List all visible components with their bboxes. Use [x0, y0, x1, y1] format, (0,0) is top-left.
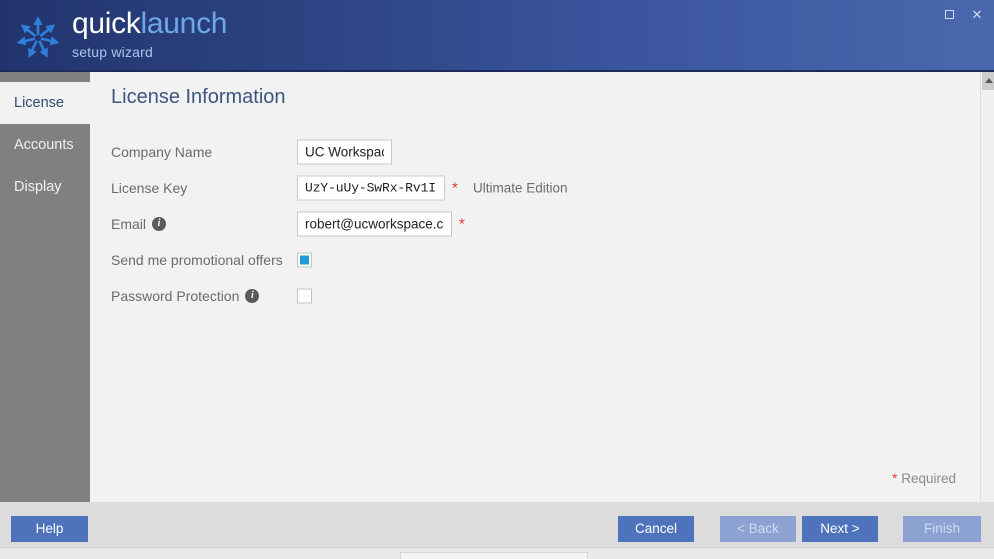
license-key-label: License Key [111, 180, 187, 196]
label-text: Password Protection [111, 288, 240, 304]
background-window-tab [400, 552, 588, 559]
scroll-up-arrow-icon[interactable] [985, 78, 993, 83]
license-key-input[interactable] [297, 175, 445, 201]
next-button[interactable]: Next > [802, 516, 878, 542]
sidebar-item-display[interactable]: Display [0, 166, 90, 208]
email-required-marker: * [459, 215, 465, 233]
password-protection-label: Password Protection i [111, 288, 260, 304]
sidebar-item-label: Accounts [14, 137, 74, 153]
info-icon[interactable]: i [152, 217, 167, 231]
finish-button[interactable]: Finish [903, 516, 981, 542]
back-button[interactable]: < Back [720, 516, 796, 542]
scrollbar-thumb[interactable] [982, 72, 994, 90]
window-controls: ✕ [940, 5, 986, 23]
cancel-button[interactable]: Cancel [618, 516, 694, 542]
close-icon[interactable]: ✕ [968, 5, 986, 23]
password-protection-checkbox[interactable] [297, 288, 312, 304]
checkbox-mark [300, 255, 309, 265]
label-text: Company Name [111, 144, 213, 160]
sidebar-item-label: Display [14, 179, 62, 195]
label-text: License Key [111, 180, 188, 196]
form-row-email: Email i * [111, 206, 951, 242]
form-row-promotional-offers: Send me promotional offers [111, 242, 951, 278]
vertical-scrollbar[interactable] [980, 72, 994, 502]
promotional-offers-checkbox[interactable] [297, 252, 312, 268]
page-title: License Information [111, 86, 286, 108]
promotional-offers-label: Send me promotional offers [111, 252, 283, 268]
required-legend: * Required [892, 471, 956, 486]
label-text: Send me promotional offers [111, 252, 283, 268]
brand-secondary-text: launch [140, 7, 228, 40]
sidebar-nav: License Accounts Display [0, 72, 90, 502]
background-window-sliver [0, 547, 994, 559]
brand-title: quicklaunch [72, 9, 227, 39]
email-label: Email i [111, 216, 167, 232]
sidebar-item-label: License [14, 95, 64, 111]
brand-subtitle: setup wizard [72, 44, 153, 60]
setup-wizard-window: quicklaunch setup wizard ✕ License Accou… [0, 0, 994, 559]
license-edition-note: Ultimate Edition [473, 180, 568, 196]
title-bar: quicklaunch setup wizard ✕ [0, 0, 994, 72]
license-form: Company Name License Key * Ultimate Edit… [111, 134, 951, 314]
label-text: Email [111, 216, 147, 232]
form-row-password-protection: Password Protection i [111, 278, 951, 314]
help-button[interactable]: Help [11, 516, 88, 542]
content-panel: License Information Company Name License… [90, 72, 980, 502]
brand-block: quicklaunch setup wizard [72, 9, 227, 60]
starburst-arrows-logo [10, 10, 66, 66]
license-key-required-marker: * [452, 179, 458, 197]
sidebar-item-accounts[interactable]: Accounts [0, 124, 90, 166]
email-input[interactable] [297, 211, 452, 237]
company-name-input[interactable] [297, 139, 392, 165]
form-row-company-name: Company Name [111, 134, 951, 170]
required-legend-text: Required [901, 471, 956, 486]
company-name-label: Company Name [111, 144, 212, 160]
required-legend-star: * [892, 471, 898, 486]
brand-primary-text: quick [72, 7, 141, 40]
form-row-license-key: License Key * Ultimate Edition [111, 170, 951, 206]
maximize-icon[interactable] [940, 5, 958, 23]
sidebar-item-license[interactable]: License [0, 82, 90, 124]
info-icon[interactable]: i [245, 289, 260, 303]
